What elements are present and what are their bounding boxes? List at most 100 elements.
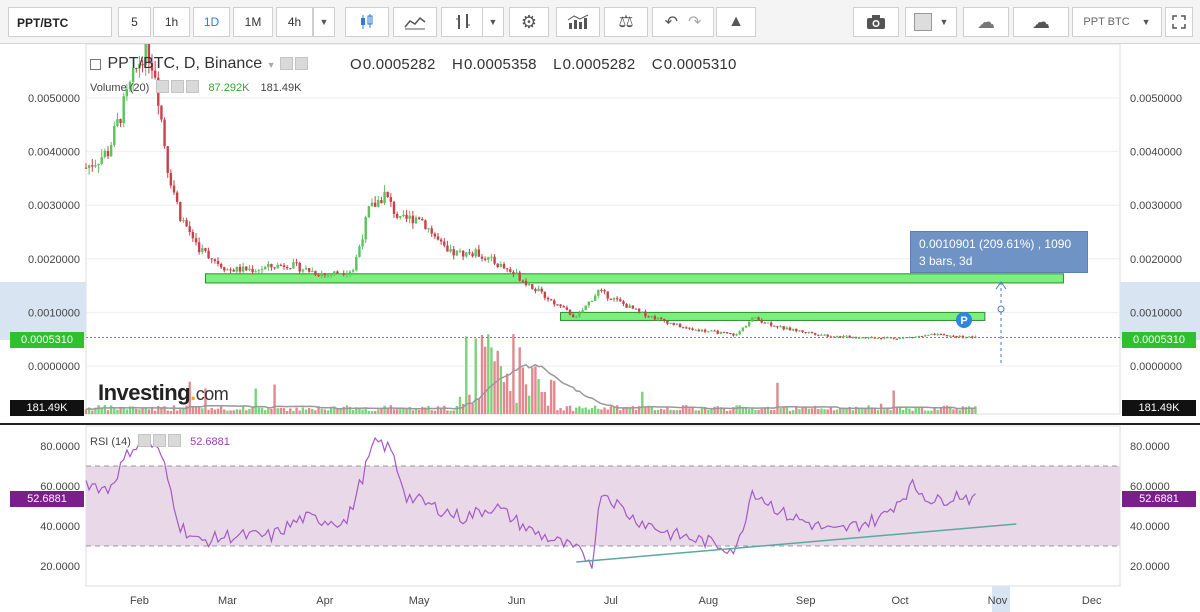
volume-bar [314, 410, 317, 414]
volume-bar [304, 409, 308, 414]
volume-bar [260, 407, 264, 414]
measure-handle[interactable] [997, 305, 1005, 313]
close-icon[interactable] [168, 434, 182, 447]
symbol-compare-field[interactable]: PPT BTC ▼ [1072, 7, 1162, 37]
collapse-icon[interactable] [90, 59, 101, 70]
volume-bar [122, 408, 125, 414]
close-value: 0.0005310 [663, 56, 737, 73]
volume-bar [832, 410, 836, 414]
volume-bar [160, 408, 163, 414]
interval-1d[interactable]: 1D [193, 7, 230, 37]
rsi-tag-left: 52.6881 [10, 491, 84, 507]
candle-body [477, 249, 481, 257]
interval-5[interactable]: 5 [118, 7, 151, 37]
settings-button[interactable]: ⚙ [509, 7, 549, 37]
candle-body [417, 217, 421, 220]
volume-bar [512, 334, 515, 414]
candle-body [355, 257, 358, 271]
symbol-field[interactable]: PPT/BTC [8, 7, 112, 37]
candle-body [804, 332, 807, 334]
undo-redo-group[interactable]: ↶ ↷ [652, 7, 714, 37]
candle-body [307, 268, 311, 272]
settings-icon[interactable] [153, 434, 167, 447]
candles-button[interactable] [345, 7, 389, 37]
candle-body [270, 264, 273, 268]
volume-bar [911, 410, 914, 414]
volume-bar [169, 410, 173, 414]
volume-bar [270, 408, 273, 414]
volume-bar [465, 336, 468, 414]
redo-icon[interactable]: ↷ [688, 12, 701, 32]
volume-bar [386, 409, 389, 414]
candle-body [411, 215, 415, 224]
time-tick-label: Aug [698, 595, 718, 607]
interval-4h[interactable]: 4h [276, 7, 313, 37]
candle-body [515, 272, 518, 274]
volume-bar [656, 409, 660, 414]
close-label: C [651, 56, 663, 73]
undo-icon[interactable]: ↶ [665, 12, 678, 32]
candle-body [87, 165, 91, 168]
volume-bar [461, 403, 465, 414]
candle-body [194, 238, 198, 243]
candle-body [251, 268, 254, 273]
volume-bar [395, 409, 399, 414]
screenshot-button[interactable] [853, 7, 899, 37]
chart-canvas[interactable]: P 0.0050000 0.0050000 0.0040000 0.0040000 0.… [0, 44, 1200, 612]
close-icon[interactable] [186, 80, 200, 93]
color-picker-button[interactable]: ▼ [905, 7, 957, 37]
candle-body [791, 328, 795, 331]
volume-bar [955, 408, 958, 414]
volume-bar [505, 373, 509, 414]
candle-body [91, 165, 94, 167]
chart-legend: PPT/BTC, D, Binance ▼ [90, 55, 310, 73]
volume-bar [851, 410, 855, 414]
line-chart-button[interactable] [393, 7, 437, 37]
chart-title: PPT/BTC, D, Binance [107, 55, 263, 72]
candle-body [622, 301, 625, 304]
interval-1m[interactable]: 1M [233, 7, 273, 37]
candle-body [364, 217, 367, 240]
interval-label: 1h [164, 15, 179, 29]
bar-style-dropdown-button[interactable]: ▼ [482, 7, 504, 37]
volume-bar [147, 409, 151, 414]
logo-main: Investing [98, 380, 191, 405]
volume-bar [707, 409, 710, 414]
download-button[interactable]: ☁ [963, 7, 1009, 37]
time-axis[interactable]: Feb Mar Apr May Jun Jul Aug Sep Oct Nov Dec [130, 595, 1102, 607]
eye-icon[interactable] [138, 434, 152, 447]
chevron-down-icon[interactable]: ▼ [267, 60, 276, 70]
chevron-down-icon: ▼ [319, 17, 329, 27]
candle-body [694, 329, 697, 331]
candle-body [408, 215, 411, 219]
zone-rect[interactable] [560, 311, 986, 321]
upload-button[interactable]: ☁ [1013, 7, 1069, 37]
volume-bar [678, 409, 682, 414]
volume-bar [810, 408, 814, 414]
volume-tag-text: 181.49K [26, 402, 68, 414]
compare-button[interactable]: ⚖ [604, 7, 648, 37]
alert-button[interactable]: ▲ [716, 7, 756, 37]
candle-body [641, 311, 644, 313]
candle-body [326, 274, 330, 276]
candle-body [197, 242, 201, 253]
eye-icon[interactable] [156, 80, 170, 93]
symbol-label: PPT/BTC [17, 16, 69, 30]
settings-icon[interactable] [171, 80, 185, 93]
volume-tag-right: 181.49K [1122, 400, 1196, 416]
eye-icon[interactable] [280, 57, 293, 70]
fullscreen-button[interactable] [1165, 7, 1193, 37]
interval-dropdown-button[interactable]: ▼ [313, 7, 335, 37]
bar-style-button[interactable] [441, 7, 485, 37]
candle-body [358, 246, 361, 258]
volume-bar [845, 408, 848, 414]
settings-icon[interactable] [295, 57, 308, 70]
candle-body [524, 280, 528, 286]
candle-body [512, 271, 515, 274]
candle-body [254, 271, 257, 273]
rsi-tick-label: 40.0000 [1130, 521, 1170, 533]
interval-1h[interactable]: 1h [153, 7, 190, 37]
candle-body [461, 250, 465, 257]
volume-bar [757, 409, 760, 414]
indicators-button[interactable] [556, 7, 600, 37]
